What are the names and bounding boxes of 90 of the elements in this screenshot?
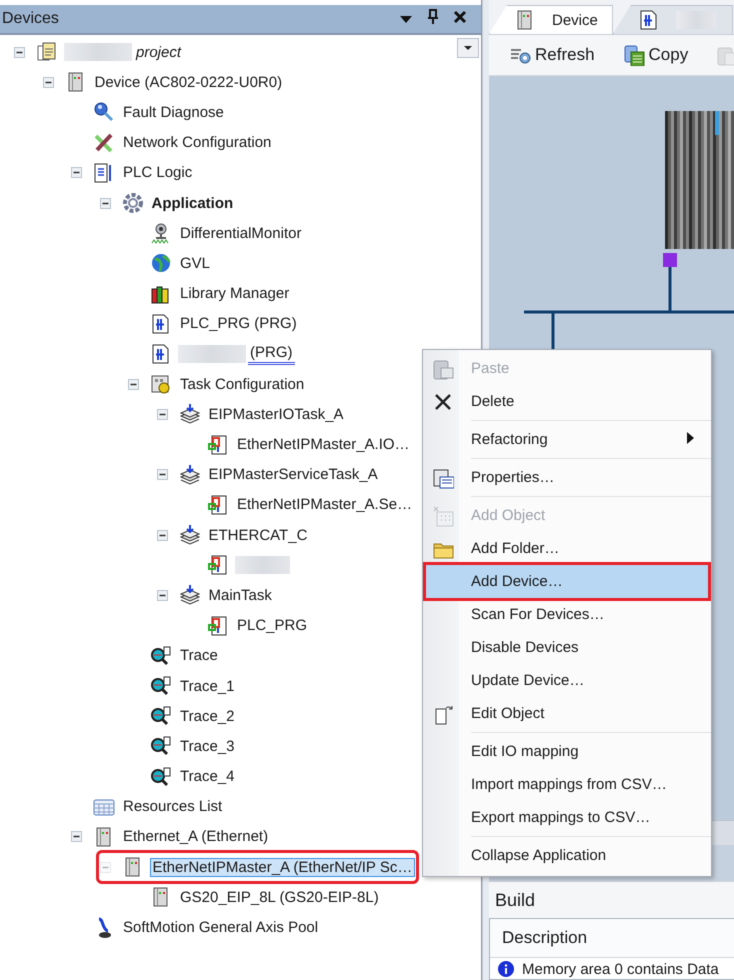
- tools-icon: [93, 132, 115, 154]
- tree-item[interactable]: MainTask: [206, 586, 274, 605]
- tree-item[interactable]: EtherNetIPMaster_A (EtherNet/IP Sc…: [150, 858, 416, 877]
- magnifier-icon: [93, 101, 115, 124]
- tree-item[interactable]: Trace_2: [178, 706, 236, 726]
- caret-icon: [464, 44, 472, 52]
- document-stack-icon: [36, 41, 58, 64]
- collapse-toggle[interactable]: [14, 46, 25, 58]
- tree-item[interactable]: Ethernet_A (Ethernet): [121, 827, 270, 846]
- tree-item[interactable]: EtherNetIPMaster_A.IO…: [235, 435, 412, 454]
- tree-item[interactable]: DifferentialMonitor: [178, 224, 304, 243]
- menu-item[interactable]: Edit IO mapping: [426, 735, 708, 768]
- editor-tab[interactable]: [612, 5, 733, 34]
- menu-item[interactable]: Export mappings to CSV…: [426, 801, 708, 834]
- program-call-icon: [207, 554, 229, 576]
- trace-icon: [150, 766, 172, 788]
- tree-item[interactable]: Device (AC802-0222-U0R0): [92, 72, 284, 92]
- collapse-toggle[interactable]: [156, 530, 168, 541]
- collapse-toggle[interactable]: [128, 378, 139, 390]
- stack-icon: [178, 464, 200, 486]
- trace-icon: [150, 735, 172, 758]
- clipboard-icon: [432, 358, 454, 380]
- gear-icon: [122, 192, 144, 214]
- collapse-toggle[interactable]: [71, 831, 82, 842]
- menu-item[interactable]: Scan For Devices…: [426, 598, 708, 631]
- tree-item[interactable]: PLC Logic: [121, 163, 194, 182]
- tree-item[interactable]: GS20_EIP_8L (GS20-EIP-8L): [178, 888, 381, 907]
- messages-category: Build: [489, 881, 734, 918]
- menu-item[interactable]: Disable Devices: [426, 631, 708, 664]
- dropdown-button[interactable]: [457, 38, 479, 58]
- tree-item[interactable]: EIPMasterServiceTask_A: [206, 465, 380, 484]
- menu-item[interactable]: Refactoring: [426, 423, 708, 456]
- collapse-toggle[interactable]: [156, 469, 168, 480]
- tree-item[interactable]: Trace_3: [178, 736, 236, 756]
- program-call-icon: [207, 434, 229, 456]
- column-header[interactable]: Description: [490, 919, 734, 958]
- collapse-toggle[interactable]: [100, 198, 110, 209]
- task-config-icon: [150, 373, 172, 396]
- tree-item[interactable]: project: [134, 42, 184, 62]
- tree-item[interactable]: EIPMasterIOTask_A: [206, 404, 346, 424]
- tree-item[interactable]: Trace_4: [178, 767, 236, 786]
- trace-icon: [150, 644, 172, 667]
- tree-item[interactable]: Task Configuration: [178, 374, 306, 394]
- program-call-icon: [207, 614, 229, 637]
- tree-item[interactable]: Resources List: [121, 797, 224, 816]
- controller-device-drawing[interactable]: [665, 111, 734, 249]
- tree-item[interactable]: ETHERCAT_C: [206, 526, 310, 545]
- menu-item[interactable]: Import mappings from CSV…: [426, 768, 708, 801]
- close-icon[interactable]: [453, 10, 467, 24]
- tree-item[interactable]: GVL: [178, 254, 212, 273]
- editor-tab[interactable]: Device: [489, 5, 613, 34]
- trace-icon: [150, 675, 172, 698]
- menu-item[interactable]: Edit Object: [426, 697, 708, 730]
- panel-title: Devices: [2, 10, 60, 28]
- program-call-icon: [207, 494, 229, 516]
- info-icon: [498, 961, 514, 977]
- port-marker[interactable]: [663, 253, 677, 267]
- toolbar-button[interactable]: Refresh: [505, 42, 599, 68]
- toolbar-button[interactable]: Copy: [618, 42, 692, 68]
- properties-icon: [432, 466, 454, 488]
- menu-item[interactable]: Update Device…: [426, 664, 708, 697]
- menu-item[interactable]: Delete: [426, 385, 708, 418]
- tree-item[interactable]: EtherNetIPMaster_A.Se…: [235, 495, 414, 514]
- tree-item[interactable]: Fault Diagnose: [121, 102, 226, 122]
- stack-icon: [178, 403, 200, 426]
- menu-item[interactable]: Add Device…: [426, 565, 708, 598]
- tree-item[interactable]: SoftMotion General Axis Pool: [121, 918, 320, 938]
- tree-item[interactable]: Application: [150, 194, 236, 213]
- pin-icon[interactable]: [427, 9, 439, 25]
- tree-item[interactable]: Library Manager: [178, 284, 292, 304]
- grid-icon: [432, 504, 454, 526]
- tree-item[interactable]: (PRG): [248, 342, 294, 365]
- tree-item[interactable]: Network Configuration: [121, 133, 274, 152]
- menu-item[interactable]: Properties…: [426, 461, 708, 494]
- tree-item[interactable]: Trace: [178, 646, 220, 666]
- stack-icon: [178, 524, 200, 546]
- stack-icon: [178, 584, 200, 606]
- collapse-toggle[interactable]: [71, 167, 82, 178]
- collapse-toggle[interactable]: [42, 76, 54, 88]
- globe-icon: [150, 252, 172, 274]
- collapse-toggle[interactable]: [156, 590, 168, 601]
- menu-item[interactable]: Collapse Application: [426, 839, 708, 872]
- message-text: Memory area 0 contains Data: [522, 960, 719, 978]
- tree-item[interactable]: Trace_1: [178, 676, 236, 696]
- tree-item[interactable]: PLC_PRG (PRG): [178, 314, 299, 334]
- caret-icon[interactable]: [399, 14, 413, 24]
- copy-icon: [622, 44, 645, 66]
- tree-item[interactable]: PLC_PRG: [235, 616, 310, 636]
- trace-icon: [150, 705, 172, 728]
- collapse-toggle[interactable]: [156, 408, 168, 420]
